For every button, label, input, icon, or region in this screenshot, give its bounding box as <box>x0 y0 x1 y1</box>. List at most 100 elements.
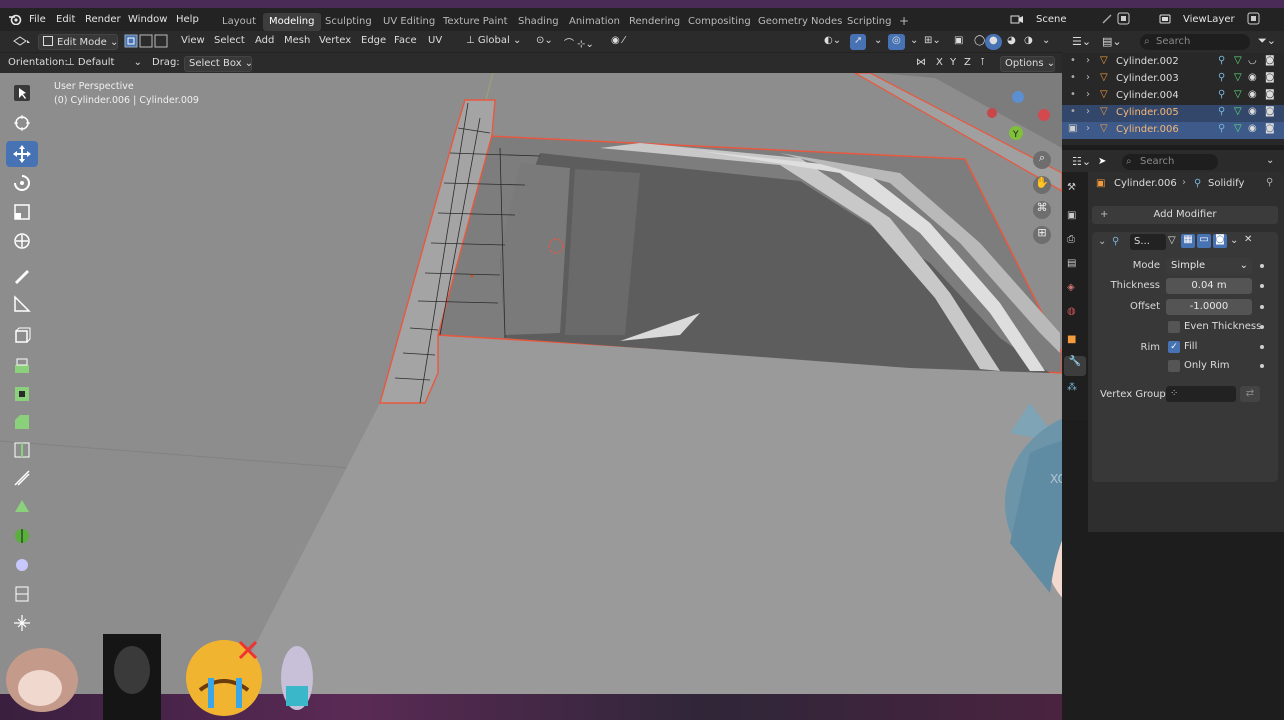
keyframe-dot-icon[interactable] <box>1260 284 1264 288</box>
shading-solid-icon[interactable]: ● <box>985 34 1002 50</box>
loop-cut-tool-icon[interactable] <box>6 437 38 463</box>
proportional-edit-icon[interactable]: ◉ ⁄ <box>607 34 629 50</box>
drag-dropdown[interactable]: Select Box ⌄ <box>184 56 253 72</box>
move-tool-icon[interactable] <box>6 141 38 167</box>
snap-icon[interactable]: ⌒ ⊹⌄ <box>560 34 598 50</box>
orientation-setting-dropdown[interactable]: ⊥ Default ⌄ <box>62 56 146 72</box>
transform-tool-icon[interactable] <box>6 228 38 254</box>
thickness-field[interactable]: 0.04 m <box>1166 278 1252 294</box>
outliner-display-mode-icon[interactable]: ▤⌄ <box>1102 35 1122 48</box>
pivot-icon[interactable]: ⊙⌄ <box>532 34 557 50</box>
poly-build-tool-icon[interactable] <box>6 494 38 520</box>
menu-face[interactable]: Face <box>390 34 421 50</box>
options-dropdown[interactable]: Options ⌄ <box>1000 56 1055 72</box>
keyframe-dot-icon[interactable] <box>1260 305 1264 309</box>
outliner-search-input[interactable]: ⌕ Search <box>1140 34 1250 50</box>
view-layer-tab-icon[interactable]: ▤ <box>1067 258 1076 269</box>
keyframe-dot-icon[interactable] <box>1260 345 1264 349</box>
tab-animation[interactable]: Animation <box>563 13 626 31</box>
expand-arrow-icon[interactable]: › <box>1086 89 1090 100</box>
invert-vertex-group-icon[interactable]: ⇄ <box>1240 386 1260 402</box>
menu-view[interactable]: View <box>177 34 209 50</box>
tab-scripting[interactable]: Scripting <box>841 13 897 31</box>
ortho-grid-icon[interactable]: ⊞ <box>1033 226 1051 244</box>
visibility-eye-icon[interactable]: ◉ <box>1248 89 1257 100</box>
axis-x-toggle[interactable]: X <box>932 56 947 72</box>
expand-arrow-icon[interactable]: › <box>1086 55 1090 66</box>
tool-tab-icon[interactable]: ⚒ <box>1067 182 1076 193</box>
new-viewlayer-icon[interactable] <box>1247 12 1260 28</box>
mirror-icon[interactable]: ⋈ <box>912 56 930 72</box>
scene-tab-icon[interactable]: ◈ <box>1067 282 1075 293</box>
tab-uv-editing[interactable]: UV Editing <box>377 13 441 31</box>
properties-editor-icon[interactable]: ☷⌄ <box>1072 155 1091 168</box>
object-tab-icon[interactable]: ■ <box>1067 334 1076 345</box>
menu-vertex[interactable]: Vertex <box>315 34 355 50</box>
auto-merge-icon[interactable]: ⊺ <box>976 56 989 72</box>
measure-tool-icon[interactable] <box>6 291 38 317</box>
axis-z-toggle[interactable]: Z <box>960 56 975 72</box>
3d-viewport[interactable]: User Perspective (0) Cylinder.006 | Cyli… <box>0 73 1062 694</box>
visibility-eye-icon[interactable]: ◉ <box>1248 123 1257 134</box>
only-rim-checkbox[interactable] <box>1168 360 1180 372</box>
keyframe-dot-icon[interactable] <box>1260 364 1264 368</box>
edit-cage-icon[interactable]: ▽ <box>1168 235 1176 246</box>
modifier-tab-icon[interactable]: 🔧 <box>1064 356 1086 376</box>
camera-view-icon[interactable]: ⌘ <box>1033 201 1051 219</box>
vertex-select-icon[interactable] <box>120 33 172 49</box>
zoom-icon[interactable]: ⌕ <box>1033 151 1051 169</box>
viewport-toggle-icon[interactable]: ▭ <box>1197 234 1211 248</box>
knife-tool-icon[interactable] <box>6 465 38 491</box>
blender-logo-icon[interactable] <box>8 13 22 28</box>
menu-edit[interactable]: Edit <box>56 14 75 25</box>
outliner-editor-icon[interactable]: ☰⌄ <box>1072 35 1091 48</box>
output-tab-icon[interactable]: ⎙ <box>1067 234 1075 245</box>
viewlayer-name[interactable]: ViewLayer <box>1183 14 1235 25</box>
axis-y-toggle[interactable]: Y <box>946 56 960 72</box>
orientation-dropdown[interactable]: ⊥ Global ⌄ <box>462 34 525 50</box>
world-tab-icon[interactable]: ◍ <box>1067 306 1076 317</box>
properties-search-input[interactable]: ⌕ Search <box>1122 154 1218 170</box>
pin-scene-icon[interactable] <box>1101 13 1113 28</box>
add-cube-tool-icon[interactable] <box>6 322 38 348</box>
keyframe-dot-icon[interactable] <box>1260 264 1264 268</box>
add-workspace-button[interactable]: + <box>893 11 915 29</box>
select-tool-icon[interactable] <box>6 80 38 106</box>
mode-dropdown[interactable]: Edit Mode ⌄ <box>38 34 118 50</box>
shading-options-icon[interactable]: ⌄ <box>1038 34 1054 50</box>
tab-geometry-nodes[interactable]: Geometry Nodes <box>752 13 848 31</box>
tab-compositing[interactable]: Compositing <box>682 13 757 31</box>
gizmo-toggle-icon[interactable]: ➚ <box>850 34 867 50</box>
expand-arrow-icon[interactable]: › <box>1086 123 1090 134</box>
particles-tab-icon[interactable]: ⁂ <box>1067 382 1077 393</box>
add-modifier-button[interactable]: + Add Modifier <box>1092 206 1278 224</box>
tab-modeling[interactable]: Modeling <box>263 13 321 31</box>
menu-window[interactable]: Window <box>128 14 167 25</box>
new-scene-icon[interactable] <box>1117 12 1130 28</box>
gizmo-dropdown-icon[interactable]: ⌄ <box>870 34 886 50</box>
navigation-gizmo[interactable]: Y <box>982 87 1052 147</box>
edit-mode-toggle-icon[interactable]: ▦ <box>1181 234 1195 248</box>
expand-arrow-icon[interactable]: › <box>1086 106 1090 117</box>
render-camera-icon[interactable]: ◙ <box>1265 55 1275 66</box>
collapse-chevron-icon[interactable]: ⌄ <box>1098 236 1106 247</box>
render-camera-icon[interactable]: ◙ <box>1265 89 1275 100</box>
xray-icon[interactable]: ▣ <box>950 34 967 50</box>
vertex-group-field[interactable]: ⁘ <box>1166 386 1236 402</box>
pan-hand-icon[interactable]: ✋ <box>1033 176 1051 194</box>
tab-texture-paint[interactable]: Texture Paint <box>437 13 514 31</box>
viewlayer-icon[interactable] <box>1159 13 1173 28</box>
mesh-overlay-icon[interactable]: ⊞⌄ <box>920 34 945 50</box>
even-thickness-checkbox[interactable] <box>1168 321 1180 333</box>
visibility-icon[interactable]: ◐⌄ <box>820 34 845 50</box>
mode-dropdown[interactable]: Simple ⌄ <box>1166 258 1252 274</box>
tab-rendering[interactable]: Rendering <box>623 13 686 31</box>
edge-slide-tool-icon[interactable] <box>6 581 38 607</box>
menu-mesh[interactable]: Mesh <box>280 34 314 50</box>
annotate-tool-icon[interactable] <box>6 262 38 288</box>
outliner-row[interactable]: • › ▽ Cylinder.004 ⚲ ▽ ◉ ◙ <box>1062 88 1284 105</box>
smooth-tool-icon[interactable] <box>6 552 38 578</box>
visibility-eye-icon[interactable]: ◉ <box>1248 106 1257 117</box>
render-camera-icon[interactable]: ◙ <box>1265 72 1275 83</box>
visibility-eye-icon[interactable]: ◉ <box>1248 72 1257 83</box>
